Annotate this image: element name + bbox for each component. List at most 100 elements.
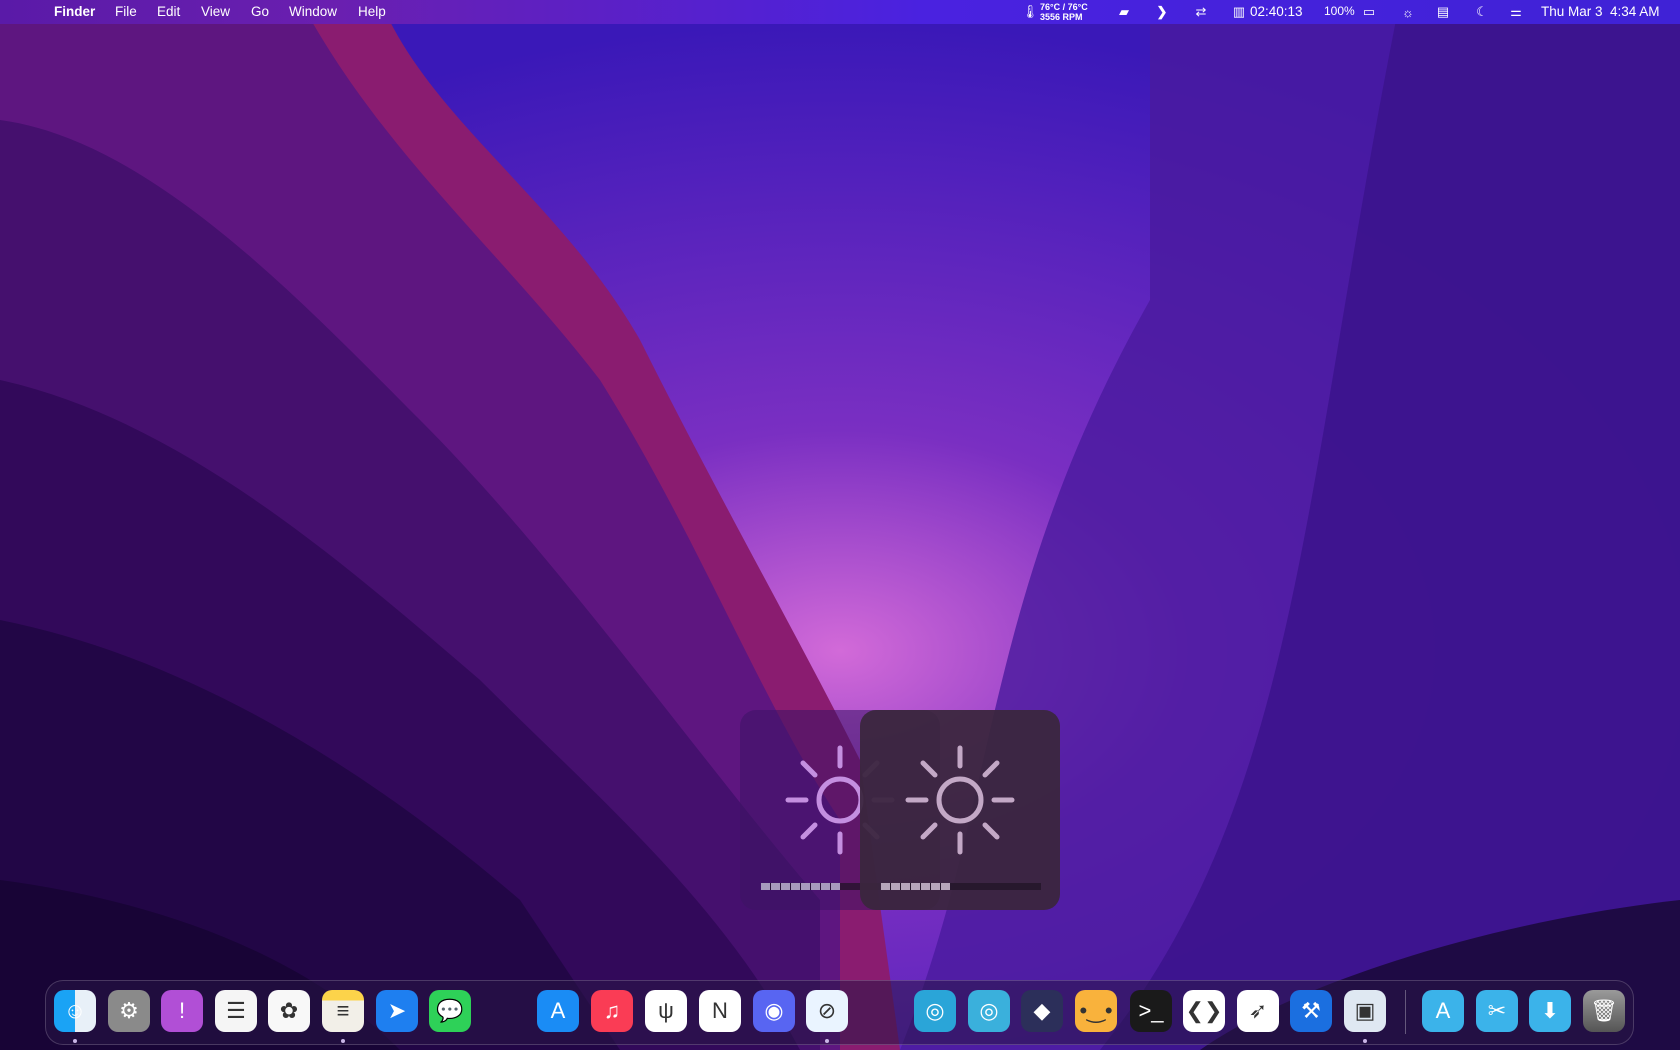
dock-item-preview[interactable]: ▣: [1344, 990, 1386, 1032]
fan-speed-text: 3556 RPM: [1040, 12, 1083, 22]
brightness-segment: [791, 883, 800, 890]
brightness-segment: [851, 883, 860, 890]
dock-item-visual-studio-code[interactable]: ❮❯: [1183, 990, 1225, 1032]
menu-app-name[interactable]: Finder: [54, 4, 95, 19]
dock-item-finder[interactable]: ☺: [54, 990, 96, 1032]
sync-icon[interactable]: ⇄: [1192, 4, 1210, 20]
time-text[interactable]: 4:34 AM: [1610, 4, 1660, 19]
brightness-segment: [831, 883, 840, 890]
brightness-segment: [961, 883, 970, 890]
swift-playgrounds-icon: ➶: [1248, 998, 1268, 1023]
control-center-icon[interactable]: ⚌: [1507, 4, 1525, 20]
menu-help[interactable]: Help: [358, 4, 386, 19]
timer-icon[interactable]: ▥: [1230, 4, 1248, 20]
applications-icon: A: [1435, 998, 1451, 1023]
dock-item-safari[interactable]: ⊘: [806, 990, 848, 1032]
dock-item-discord[interactable]: ◉: [753, 990, 795, 1032]
shortcuts-icon: ◆: [1033, 998, 1051, 1023]
spark-icon: ➤: [387, 998, 407, 1023]
blob-icon: •‿•: [1079, 998, 1113, 1023]
brightness-segment: [1031, 883, 1040, 890]
brightness-segment: [1011, 883, 1020, 890]
dock-item-trash[interactable]: 🗑: [1583, 990, 1625, 1032]
brightness-segment: [811, 883, 820, 890]
feedback-assistant-icon: !: [178, 998, 186, 1023]
brightness-segment: [761, 883, 770, 890]
dock-item-xcode[interactable]: ⚒: [1290, 990, 1332, 1032]
finder-icon: ☺: [63, 998, 87, 1023]
sensor-readout[interactable]: 76°C / 76°C 3556 RPM: [1040, 2, 1088, 22]
photos-icon: ✿: [279, 998, 299, 1023]
battery-percent[interactable]: 100%: [1324, 4, 1355, 18]
dock-item-swift-playgrounds[interactable]: ➶: [1237, 990, 1279, 1032]
proxyman-icon: ◎: [925, 998, 945, 1023]
brightness-segment: [1021, 883, 1030, 890]
moon-icon[interactable]: ☾: [1473, 4, 1491, 20]
brightness-segment: [931, 883, 940, 890]
brightness-segment: [1001, 883, 1010, 890]
dock-item-downloads[interactable]: ⬇: [1529, 990, 1571, 1032]
menu-go[interactable]: Go: [251, 4, 269, 19]
display-icon[interactable]: ▰: [1115, 4, 1133, 20]
dock-item-photos[interactable]: ✿: [268, 990, 310, 1032]
brightness-segment: [951, 883, 960, 890]
brightness-level-bar: [881, 883, 1041, 890]
thermometer-icon[interactable]: 🌡: [1021, 4, 1039, 20]
menu-window[interactable]: Window: [289, 4, 337, 19]
dock-item-imazing[interactable]: ψ: [645, 990, 687, 1032]
dock-item-proxyman-helper[interactable]: ◎: [968, 990, 1010, 1032]
proxyman-helper-icon: ◎: [979, 998, 999, 1023]
dock-item-feedback-assistant[interactable]: !: [161, 990, 203, 1032]
terminal-icon: >_: [1138, 998, 1164, 1023]
dock-item-music[interactable]: ♫: [591, 990, 633, 1032]
running-indicator: [341, 1039, 345, 1043]
dock-item-utilities[interactable]: ✂: [1476, 990, 1518, 1032]
sun-icon: [905, 745, 1015, 855]
brightness-segment: [911, 883, 920, 890]
brightness-segment: [781, 883, 790, 890]
dock-item-system-preferences[interactable]: ⚙: [108, 990, 150, 1032]
imazing-icon: ψ: [658, 998, 674, 1023]
brightness-segment: [841, 883, 850, 890]
brightness-segment: [941, 883, 950, 890]
menu-file[interactable]: File: [115, 4, 137, 19]
brightness-segment: [821, 883, 830, 890]
dock-item-spark[interactable]: ➤: [376, 990, 418, 1032]
dock-item-notes[interactable]: ≡: [322, 990, 364, 1032]
messages-icon: 💬: [436, 998, 464, 1023]
brightness-segment: [881, 883, 890, 890]
menu-view[interactable]: View: [201, 4, 230, 19]
chevron-right-icon[interactable]: ❯: [1153, 4, 1171, 20]
dock-item-app-store[interactable]: A: [537, 990, 579, 1032]
timer-text[interactable]: 02:40:13: [1250, 4, 1303, 19]
brightness-hud: [860, 710, 1060, 910]
dock-item-applications[interactable]: A: [1422, 990, 1464, 1032]
running-indicator: [825, 1039, 829, 1043]
app-store-icon: A: [550, 998, 566, 1023]
xcode-icon: ⚒: [1301, 998, 1321, 1023]
dock-item-reminders[interactable]: ☰: [215, 990, 257, 1032]
brightness-segment: [771, 883, 780, 890]
dock-item-messages[interactable]: 💬: [429, 990, 471, 1032]
trash-icon: 🗑: [1590, 998, 1618, 1023]
brightness-segment: [891, 883, 900, 890]
brightness-segment: [801, 883, 810, 890]
battery-charging-icon[interactable]: ▭: [1357, 4, 1381, 20]
menu-edit[interactable]: Edit: [157, 4, 180, 19]
brightness-segment: [991, 883, 1000, 890]
dock-item-news[interactable]: N: [699, 990, 741, 1032]
dock-item-proxyman[interactable]: ◎: [914, 990, 956, 1032]
brightness-icon[interactable]: ☼: [1399, 4, 1417, 20]
notes-icon: ≡: [336, 998, 350, 1023]
window-icon[interactable]: ▤: [1434, 4, 1452, 20]
running-indicator: [1363, 1039, 1367, 1043]
dock-item-terminal[interactable]: >_: [1130, 990, 1172, 1032]
dock-separator: [1405, 990, 1406, 1034]
dock-item-shortcuts[interactable]: ◆: [1021, 990, 1063, 1032]
music-icon: ♫: [603, 998, 621, 1023]
running-indicator: [73, 1039, 77, 1043]
utilities-icon: ✂: [1487, 998, 1507, 1023]
dock-item-blob[interactable]: •‿•: [1075, 990, 1117, 1032]
date-text[interactable]: Thu Mar 3: [1541, 4, 1603, 19]
temperature-text: 76°C / 76°C: [1040, 2, 1088, 12]
